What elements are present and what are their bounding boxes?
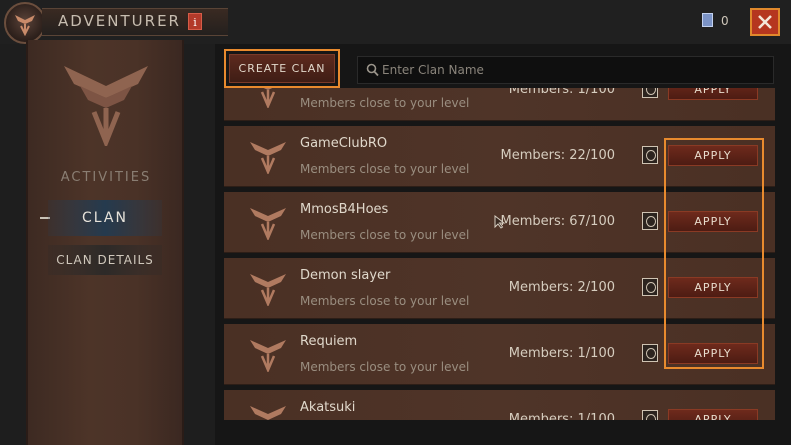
list-bottom-edge [224, 420, 775, 445]
top-bar: ADVENTURER i 0 [0, 0, 791, 44]
apply-button[interactable]: APPLY [668, 88, 758, 100]
close-button[interactable] [750, 8, 780, 36]
clan-row[interactable]: Members close to your level Members: 1/1… [224, 88, 775, 121]
clan-info-icon[interactable] [642, 278, 658, 296]
currency-count: 0 [721, 14, 729, 28]
clan-emblem-icon [260, 88, 276, 108]
clan-row[interactable]: Akatsuki Members: 1/100 APPLY [224, 390, 775, 421]
clan-search-input[interactable] [382, 57, 762, 83]
clan-info-icon[interactable] [642, 344, 658, 362]
class-emblem-icon[interactable] [4, 2, 46, 44]
clan-description: Members close to your level [300, 360, 470, 374]
clan-emblem-icon [250, 274, 286, 306]
mouse-cursor-icon [494, 215, 506, 229]
currency-icon [702, 13, 713, 27]
clan-description: Members close to your level [300, 96, 470, 110]
page-title: ADVENTURER [58, 12, 181, 30]
clan-description: Members close to your level [300, 228, 470, 242]
clan-name: MmosB4Hoes [300, 202, 389, 217]
clan-members: Members: 22/100 [500, 148, 616, 163]
clan-name: Requiem [300, 334, 358, 349]
clan-description: Members close to your level [300, 162, 470, 176]
clan-description: Members close to your level [300, 294, 470, 308]
close-icon [758, 15, 772, 29]
search-icon [366, 63, 379, 77]
game-window: ADVENTURER i 0 ACTIVITIES CLAN CLAN DETA… [0, 0, 791, 445]
clan-info-icon[interactable] [642, 212, 658, 230]
sidebar-item-activities[interactable]: ACTIVITIES [50, 170, 162, 185]
clan-emblem-icon [250, 142, 286, 174]
create-clan-highlight: CREATE CLAN [224, 49, 340, 88]
create-clan-button[interactable]: CREATE CLAN [229, 54, 335, 83]
sidebar-item-clan[interactable]: CLAN [48, 200, 162, 236]
clan-info-icon[interactable] [642, 146, 658, 164]
clan-members: Members: 1/100 [508, 88, 615, 97]
clan-emblem-icon [250, 406, 286, 421]
clan-emblem-icon [64, 66, 148, 146]
sidebar-item-clan-details[interactable]: CLAN DETAILS [48, 245, 162, 275]
clan-emblem-icon [250, 340, 286, 372]
clan-members: Members: 1/100 [508, 346, 615, 361]
apply-buttons-highlight [664, 138, 764, 369]
clan-name: Demon slayer [300, 268, 391, 283]
search-bar [357, 56, 774, 84]
clan-name: Akatsuki [300, 400, 356, 415]
clan-members: Members: 67/100 [500, 214, 616, 229]
info-icon[interactable]: i [188, 13, 202, 30]
clan-members: Members: 2/100 [508, 280, 615, 295]
clan-emblem-icon [250, 208, 286, 240]
clan-info-icon[interactable] [642, 88, 658, 98]
clan-name: GameClubRO [300, 136, 388, 151]
